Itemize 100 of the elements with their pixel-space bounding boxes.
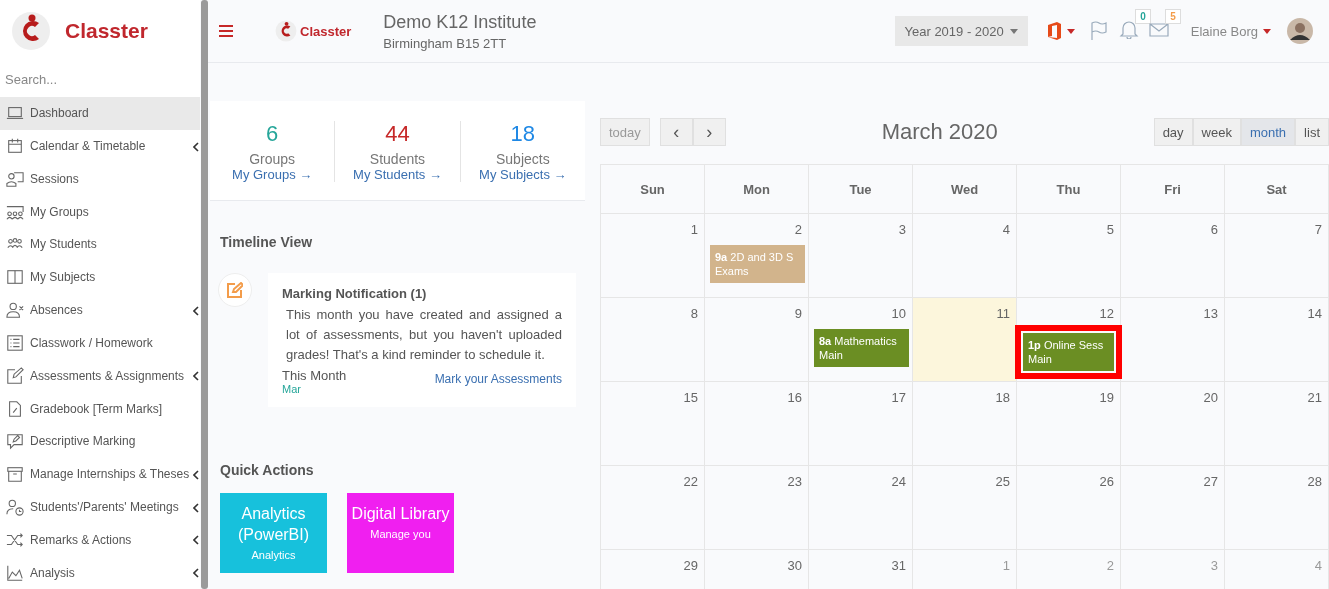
day-cell[interactable]: 15 [601,382,705,466]
day-number: 2 [794,222,802,237]
day-cell[interactable]: 20 [1121,382,1225,466]
user-x-icon [5,301,25,320]
day-cell[interactable]: 27 [1121,466,1225,550]
day-number: 16 [787,390,802,405]
sidebar-item[interactable]: Assessments & Assignments [0,359,200,393]
day-number: 22 [683,474,698,489]
view-tab[interactable]: day [1153,118,1193,146]
day-cell[interactable]: 12 1p Online Sess Main [1017,298,1121,382]
calendar-icon [5,136,25,155]
day-cell[interactable]: 8 [601,298,705,382]
day-cell[interactable]: 24 [809,466,913,550]
notification-link[interactable]: Mark your Assessments [434,372,562,395]
day-cell[interactable]: 9 [705,298,809,382]
day-cell[interactable]: 25 [913,466,1017,550]
user-menu[interactable]: Elaine Borg [1190,23,1271,39]
day-number: 5 [1106,222,1114,237]
day-cell[interactable]: 22 [601,466,705,550]
office-icon [1045,21,1062,41]
calendar-event[interactable]: 8a Mathematics Main [814,329,909,367]
menu-icon[interactable] [219,25,233,37]
day-number: 1 [1002,558,1010,573]
brand-name: Classter [65,18,148,43]
section-title: Quick Actions [219,461,315,478]
flag-icon[interactable] [1088,21,1109,41]
day-number: 27 [1203,474,1218,489]
chevron-left-icon [193,305,199,316]
stat-link[interactable]: My Students → [353,167,442,182]
day-number: 30 [787,558,802,573]
day-cell[interactable]: 28 [1225,466,1329,550]
calendar-event[interactable]: 1p Online Sess Main [1023,333,1114,371]
sidebar-item[interactable]: Students'/Parents' Meetings [0,490,200,524]
day-cell[interactable]: 5 [1017,214,1121,298]
day-cell[interactable]: 16 [705,382,809,466]
chevron-left-icon [193,141,199,152]
stat-label: Subjects [495,151,550,167]
day-cell[interactable]: 21 [1225,382,1329,466]
sidebar-item[interactable]: Sessions [0,162,200,196]
day-cell[interactable]: 31 [809,550,913,589]
scrollbar[interactable] [201,0,208,589]
day-cell[interactable]: 7 [1225,214,1329,298]
day-cell[interactable]: 10 8a Mathematics Main [809,298,913,382]
weekday-header: Thu [1017,165,1121,214]
day-cell[interactable]: 6 [1121,214,1225,298]
view-tab[interactable]: month [1240,118,1296,146]
notification-count: 0 [1135,9,1151,24]
list-icon [5,333,25,352]
day-number: 4 [1314,558,1322,573]
caret-icon [1009,28,1018,34]
day-cell[interactable]: 2 9a 2D and 3D S Exams [705,214,809,298]
stat-link[interactable]: My Groups → [232,167,313,182]
day-cell[interactable]: 30 [705,550,809,589]
sidebar-item[interactable]: My Subjects [0,260,200,294]
sidebar-item[interactable]: Analysis [0,556,200,589]
sidebar-item[interactable]: Absences [0,293,200,327]
day-number: 31 [891,558,906,573]
day-cell[interactable]: 3 [809,214,913,298]
day-cell[interactable]: 14 [1225,298,1329,382]
sidebar-item[interactable]: My Groups [0,195,200,228]
message-count: 5 [1165,9,1181,24]
day-number: 3 [1210,558,1218,573]
day-number: 13 [1203,306,1218,321]
sidebar-item[interactable]: Calendar & Timetable [0,129,200,163]
comment-icon [5,432,25,451]
previous-button[interactable]: ‹ [659,118,693,146]
sidebar-item[interactable]: My Students [0,228,200,261]
day-cell[interactable]: 26 [1017,466,1121,550]
day-cell[interactable]: 29 [601,550,705,589]
office-menu[interactable] [1045,21,1075,41]
year-dropdown[interactable]: Year 2019 - 2020 [894,16,1028,46]
next-button[interactable]: › [692,118,726,146]
notification-month: Mar [282,383,302,395]
day-cell[interactable]: 23 [705,466,809,550]
stat-link[interactable]: My Subjects → [479,167,567,182]
sidebar-item[interactable]: Gradebook [Term Marks] [0,392,200,425]
chevron-left-icon [193,568,199,579]
sidebar-item[interactable]: Classwork / Homework [0,326,200,360]
chevron-left-icon [193,502,199,513]
day-cell[interactable]: 17 [809,382,913,466]
quick-action-tile[interactable]: Digital Library Manage you [347,493,454,573]
institute-name: Demo K12 Institute [383,11,537,33]
day-cell[interactable]: 13 [1121,298,1225,382]
sidebar-item[interactable]: Dashboard [0,96,200,130]
view-tab[interactable]: week [1192,118,1241,146]
day-number: 14 [1307,306,1322,321]
day-number: 12 [1099,306,1114,321]
view-tab[interactable]: list [1295,118,1329,146]
day-cell[interactable]: 1 [601,214,705,298]
bell-icon[interactable] [1118,19,1139,39]
day-number: 21 [1307,390,1322,405]
day-number: 11 [996,306,1010,321]
avatar-icon[interactable] [1287,18,1313,44]
sidebar-item[interactable]: Remarks & Actions [0,523,200,557]
edit-icon [227,282,243,298]
sidebar-item[interactable]: Descriptive Marking [0,424,200,458]
day-cell[interactable]: 19 [1017,382,1121,466]
day-cell[interactable]: 11 [913,298,1017,382]
sidebar-item[interactable]: Manage Internships & Theses [0,457,200,491]
day-cell[interactable]: 18 [913,382,1017,466]
